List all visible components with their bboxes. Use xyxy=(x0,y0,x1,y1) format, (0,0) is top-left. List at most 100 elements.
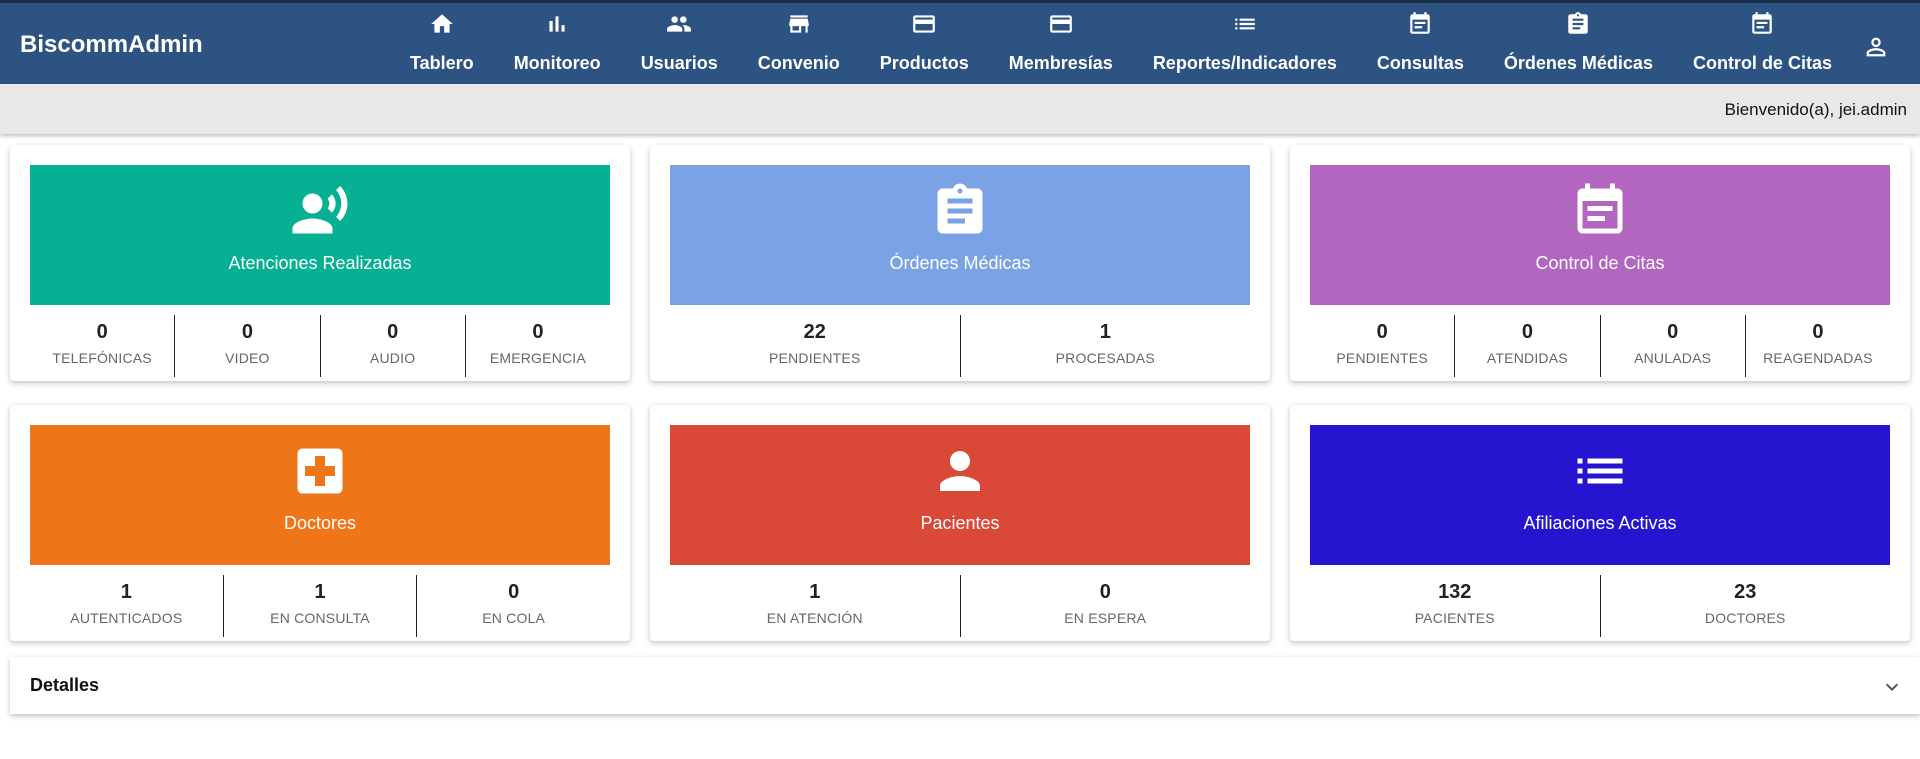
stat-en-consulta: 1 EN CONSULTA xyxy=(224,575,418,637)
stat-value: 0 xyxy=(1667,321,1679,343)
card-stats: 1 EN ATENCIÓN 0 EN ESPERA xyxy=(670,575,1251,637)
card-title: Órdenes Médicas xyxy=(889,253,1031,273)
stat-value: 0 xyxy=(1812,321,1824,343)
nav-item-label: Reportes/Indicadores xyxy=(1152,53,1337,73)
card-stats: 132 PACIENTES 23 DOCTORES xyxy=(1310,575,1891,637)
nav-item-monitoreo[interactable]: Monitoreo xyxy=(494,3,621,87)
assignment-icon xyxy=(930,181,990,241)
stat-label: AUTENTICADOS xyxy=(70,610,183,626)
event-note-icon xyxy=(1407,11,1433,37)
stat-label: DOCTORES xyxy=(1704,610,1786,626)
card-icon xyxy=(911,11,937,37)
stat-label: PENDIENTES xyxy=(1336,350,1428,366)
brand-logo[interactable]: BiscommAdmin xyxy=(20,31,203,59)
stat-label: EN ATENCIÓN xyxy=(766,610,863,626)
nav-item-usuarios[interactable]: Usuarios xyxy=(621,3,738,87)
stat-value: 1 xyxy=(314,581,326,603)
stat-label: TELEFÓNICAS xyxy=(52,350,152,366)
event-note-icon xyxy=(1749,11,1775,37)
stat-label: PACIENTES xyxy=(1414,610,1495,626)
card-pacientes: Pacientes 1 EN ATENCIÓN 0 EN ESPERA xyxy=(650,405,1270,641)
stat-label: PENDIENTES xyxy=(769,350,861,366)
stat-value: 132 xyxy=(1438,581,1472,603)
card-title: Control de Citas xyxy=(1535,253,1665,273)
stat-label: EN ESPERA xyxy=(1064,610,1147,626)
stat-label: EMERGENCIA xyxy=(489,350,586,366)
stat-value: 0 xyxy=(1521,321,1533,343)
stat-value: 1 xyxy=(1099,321,1111,343)
stat-value: 0 xyxy=(532,321,544,343)
people-icon xyxy=(666,11,692,37)
card-header: Afiliaciones Activas xyxy=(1310,425,1890,565)
stat-value: 0 xyxy=(1099,581,1111,603)
stat-atendidas: 0 ATENDIDAS xyxy=(1455,315,1601,377)
stat-anuladas: 0 ANULADAS xyxy=(1601,315,1746,377)
nav-item-label: Monitoreo xyxy=(513,53,601,73)
stat-label: REAGENDADAS xyxy=(1763,350,1873,366)
stat-label: VIDEO xyxy=(225,350,270,366)
card-title: Afiliaciones Activas xyxy=(1523,513,1677,533)
nav-item-reportes[interactable]: Reportes/Indicadores xyxy=(1133,3,1357,87)
card-stats: 0 TELEFÓNICAS 0 VIDEO 0 AUDIO 0 EMERGENCIA xyxy=(30,315,610,377)
stat-label: AUDIO xyxy=(369,350,416,366)
medical-cross-icon xyxy=(290,441,350,501)
nav-item-label: Productos xyxy=(879,53,969,73)
stat-pacientes: 132 PACIENTES xyxy=(1310,575,1601,637)
card-doctores: Doctores 1 AUTENTICADOS 1 EN CONSULTA 0 EN … xyxy=(10,405,630,641)
nav-item-label: Membresías xyxy=(1008,53,1113,73)
list-icon xyxy=(1570,441,1630,501)
stat-value: 22 xyxy=(803,321,826,343)
nav-item-label: Control de Citas xyxy=(1692,53,1832,73)
nav-item-membresias[interactable]: Membresías xyxy=(989,3,1133,87)
stat-autenticados: 1 AUTENTICADOS xyxy=(30,575,224,637)
stat-value: 0 xyxy=(387,321,399,343)
details-panel[interactable]: Detalles xyxy=(10,657,1920,714)
stat-audio: 0 AUDIO xyxy=(321,315,466,377)
card-header: Doctores xyxy=(30,425,610,565)
stat-pendientes: 22 PENDIENTES xyxy=(670,315,961,377)
card-title: Doctores xyxy=(283,513,357,533)
account-icon[interactable] xyxy=(1862,33,1890,61)
stat-video: 0 VIDEO xyxy=(175,315,321,377)
nav-item-productos[interactable]: Productos xyxy=(860,3,989,87)
stat-pendientes: 0 PENDIENTES xyxy=(1310,315,1456,377)
list-icon xyxy=(1232,11,1258,37)
nav-item-label: Consultas xyxy=(1376,53,1464,73)
nav-item-control-citas[interactable]: Control de Citas xyxy=(1673,3,1852,87)
stat-label: ANULADAS xyxy=(1634,350,1712,366)
stat-en-espera: 0 EN ESPERA xyxy=(961,575,1251,637)
nav-item-convenio[interactable]: Convenio xyxy=(738,3,860,87)
stat-label: EN COLA xyxy=(482,610,546,626)
stat-procesadas: 1 PROCESADAS xyxy=(961,315,1251,377)
card-header: Atenciones Realizadas xyxy=(30,165,610,305)
welcome-message: Bienvenido(a), jei.admin xyxy=(1724,100,1907,119)
event-note-icon xyxy=(1570,181,1630,241)
stat-en-cola: 0 EN COLA xyxy=(417,575,610,637)
person-icon xyxy=(930,441,990,501)
stat-reagendadas: 0 REAGENDADAS xyxy=(1746,315,1890,377)
stat-label: PROCESADAS xyxy=(1055,350,1155,366)
card-stats: 22 PENDIENTES 1 PROCESADAS xyxy=(670,315,1251,377)
nav-item-tablero[interactable]: Tablero xyxy=(390,3,494,87)
nav-item-ordenes-medicas[interactable]: Órdenes Médicas xyxy=(1484,3,1673,87)
stat-en-atencion: 1 EN ATENCIÓN xyxy=(670,575,961,637)
card-header: Órdenes Médicas xyxy=(670,165,1250,305)
nav-item-consultas[interactable]: Consultas xyxy=(1357,3,1484,87)
chevron-down-icon[interactable] xyxy=(1880,675,1904,699)
card-title: Pacientes xyxy=(920,513,1000,533)
stat-value: 23 xyxy=(1734,581,1757,603)
top-navbar: BiscommAdmin Tablero Monitoreo Usuarios … xyxy=(0,0,1920,84)
stat-emergencia: 0 EMERGENCIA xyxy=(466,315,610,377)
stat-value: 0 xyxy=(96,321,108,343)
stat-telefonicas: 0 TELEFÓNICAS xyxy=(30,315,176,377)
card-atenciones: Atenciones Realizadas 0 TELEFÓNICAS 0 VIDE… xyxy=(10,145,630,381)
card-ordenes-medicas: Órdenes Médicas 22 PENDIENTES 1 PROCESADAS xyxy=(650,145,1270,381)
card-afiliaciones: Afiliaciones Activas 132 PACIENTES 23 DOCT… xyxy=(1290,405,1910,641)
welcome-bar: Bienvenido(a), jei.admin xyxy=(0,84,1920,134)
nav-item-label: Órdenes Médicas xyxy=(1503,53,1653,73)
stat-doctores: 23 DOCTORES xyxy=(1601,575,1891,637)
card-stats: 0 PENDIENTES 0 ATENDIDAS 0 ANULADAS 0 REAGEN… xyxy=(1310,315,1890,377)
stat-value: 1 xyxy=(120,581,132,603)
record-voice-icon xyxy=(290,181,350,241)
card-header: Pacientes xyxy=(670,425,1250,565)
